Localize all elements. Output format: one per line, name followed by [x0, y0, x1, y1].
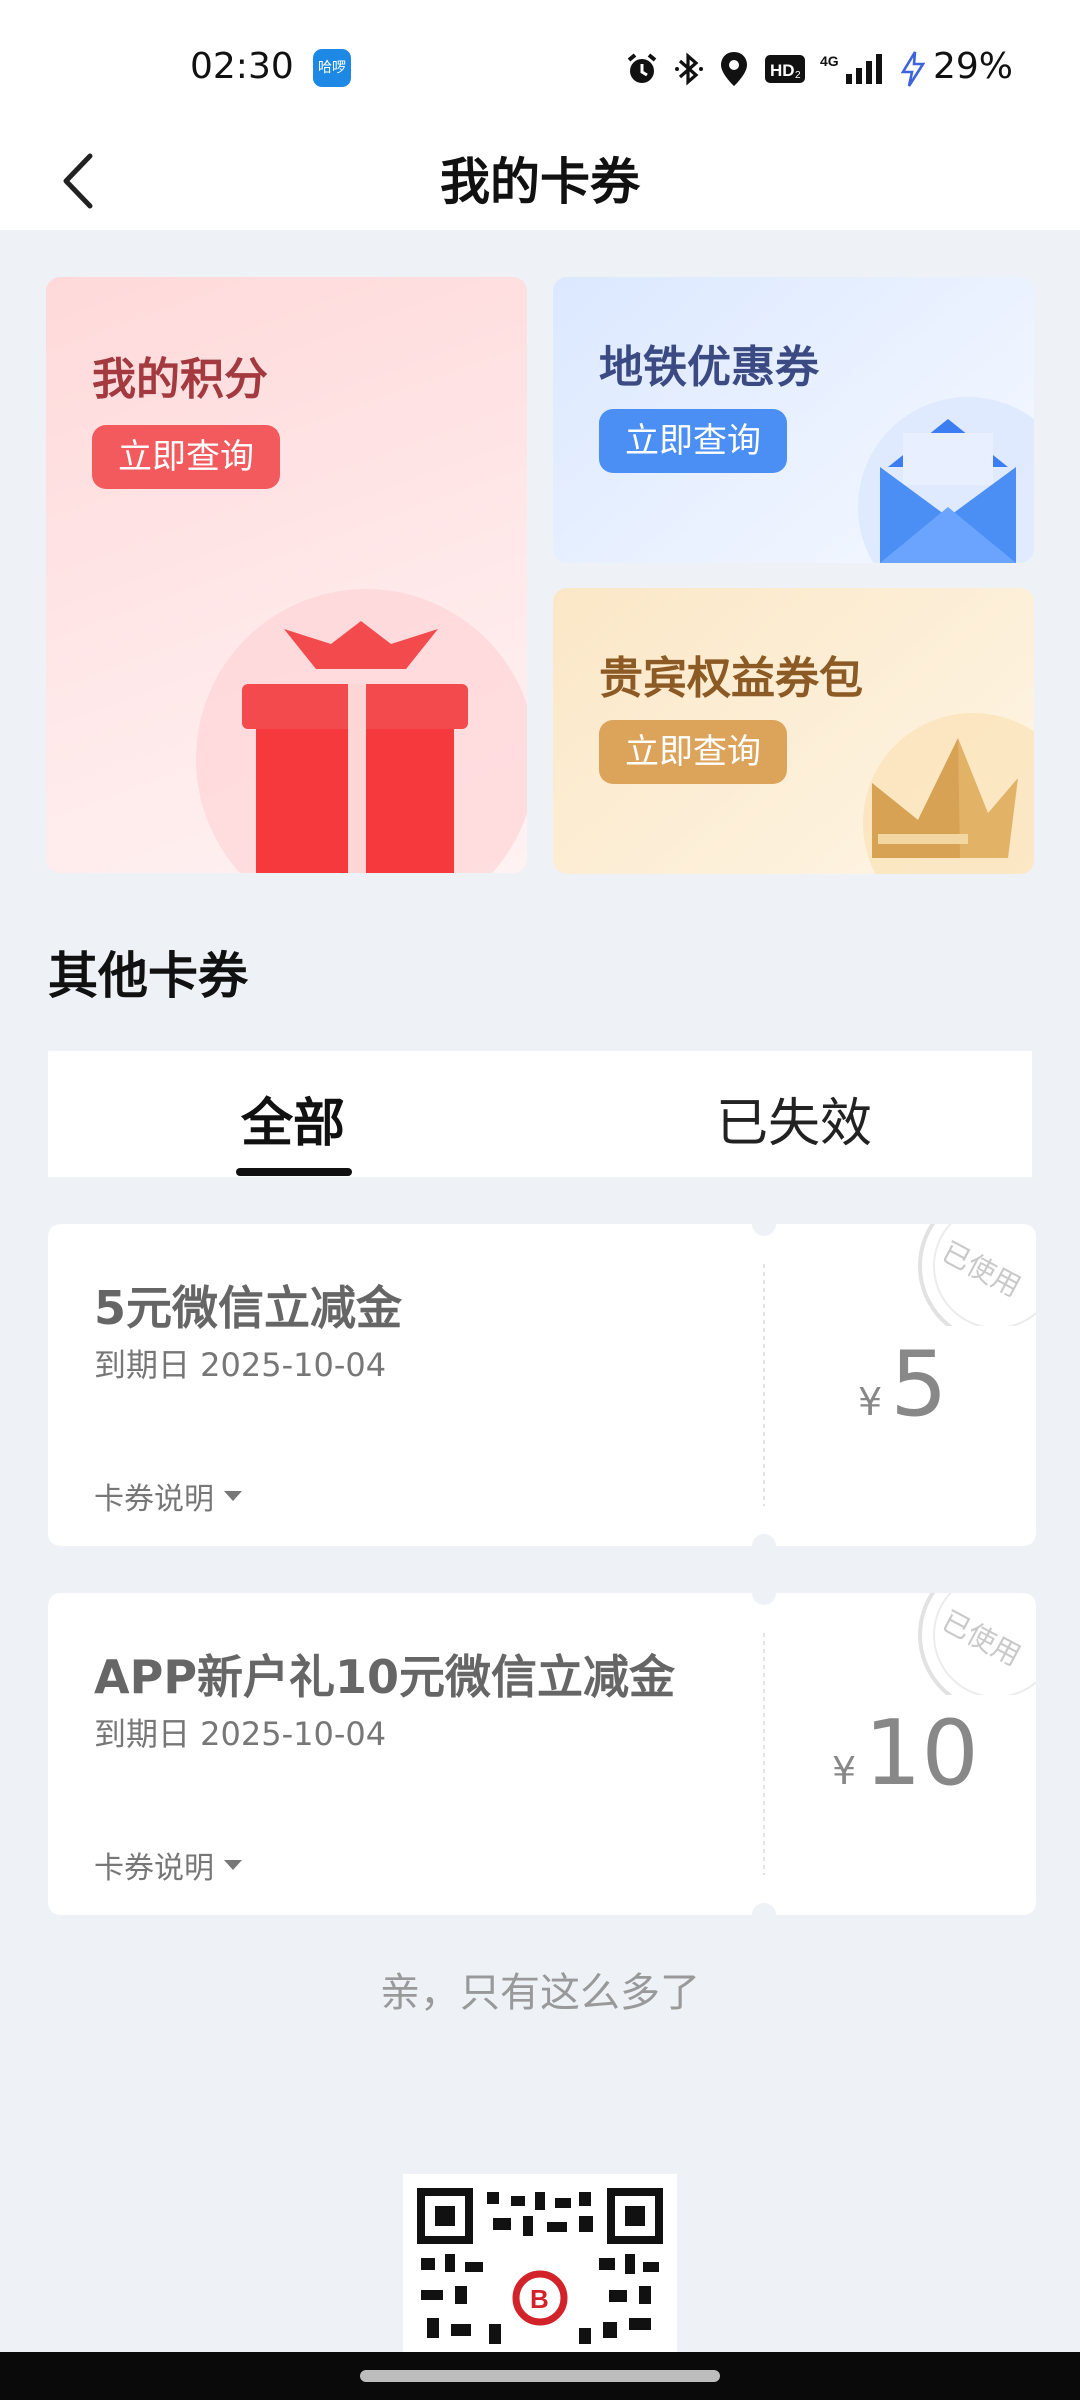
coupon-desc-toggle[interactable]: 卡券说明 [94, 1474, 244, 1518]
vip-query-button[interactable]: 立即查询 [599, 720, 787, 784]
coupon-name: 5元微信立减金 [94, 1281, 403, 1335]
svg-text:2: 2 [795, 70, 801, 81]
currency-symbol: ¥ [832, 1749, 857, 1793]
coupon-desc-label: 卡券说明 [94, 1851, 214, 1886]
vip-card-title: 贵宾权益券包 [599, 653, 863, 704]
metro-card-title: 地铁优惠券 [599, 342, 819, 393]
gift-icon [196, 589, 527, 873]
battery-percent: 29% [933, 46, 1014, 87]
caret-down-icon [224, 1491, 242, 1501]
qr-code-icon: B [417, 2188, 663, 2344]
system-nav-bar [0, 2352, 1080, 2400]
metro-query-button[interactable]: 立即查询 [599, 409, 787, 473]
metro-coupon-card[interactable]: 地铁优惠券 立即查询 [553, 277, 1034, 563]
envelope-icon [858, 397, 1034, 563]
coupon-desc-label: 卡券说明 [94, 1482, 214, 1517]
svg-text:4G: 4G [820, 53, 839, 69]
status-icons: HD 2 4G [624, 47, 926, 91]
caret-down-icon [224, 1860, 242, 1870]
tab-all[interactable]: 全部 [241, 1081, 345, 1156]
used-stamp: 已使用 [916, 1593, 1036, 1717]
app-notification-icon: 哈啰 [313, 49, 351, 87]
vip-benefit-card[interactable]: 贵宾权益券包 立即查询 [553, 588, 1034, 874]
qr-code: B [403, 2174, 677, 2354]
status-time: 02:30 [190, 46, 294, 87]
signal-4g-icon: 4G [820, 53, 882, 84]
nav-header: 我的卡券 [0, 120, 1080, 230]
charging-icon [900, 51, 926, 87]
currency-symbol: ¥ [858, 1380, 883, 1424]
used-stamp: 已使用 [916, 1224, 1036, 1348]
tab-expired[interactable]: 已失效 [716, 1081, 872, 1156]
list-end-note: 亲，只有这么多了 [380, 1970, 700, 2016]
crown-icon [863, 713, 1034, 874]
section-title: 其他卡券 [48, 947, 248, 1005]
points-card[interactable]: 我的积分 立即查询 [46, 277, 527, 873]
home-gesture-handle[interactable] [360, 2370, 720, 2382]
hd-voice-icon: HD 2 [765, 55, 805, 83]
points-card-title: 我的积分 [92, 354, 268, 405]
coupon-expire-date: 到期日 2025-10-04 [94, 1715, 387, 1753]
coupon-card[interactable]: APP新户礼10元微信立减金 到期日 2025-10-04 卡券说明 ¥10 已… [48, 1593, 1036, 1915]
bluetooth-icon [675, 52, 703, 86]
active-tab-indicator [236, 1168, 352, 1176]
coupon-desc-toggle[interactable]: 卡券说明 [94, 1843, 244, 1887]
coupon-name: APP新户礼10元微信立减金 [94, 1650, 676, 1704]
page-title: 我的卡券 [440, 153, 640, 211]
status-bar: 02:30 哈啰 HD 2 4G 29% [0, 0, 1080, 135]
coupon-expire-date: 到期日 2025-10-04 [94, 1346, 387, 1384]
points-query-button[interactable]: 立即查询 [92, 425, 280, 489]
coupon-card[interactable]: 5元微信立减金 到期日 2025-10-04 卡券说明 ¥5 已使用 [48, 1224, 1036, 1546]
alarm-icon [627, 53, 657, 83]
location-icon [721, 52, 747, 86]
svg-text:B: B [530, 2284, 549, 2314]
svg-text:HD: HD [770, 61, 795, 80]
tab-bar: 全部 已失效 [48, 1051, 1032, 1177]
